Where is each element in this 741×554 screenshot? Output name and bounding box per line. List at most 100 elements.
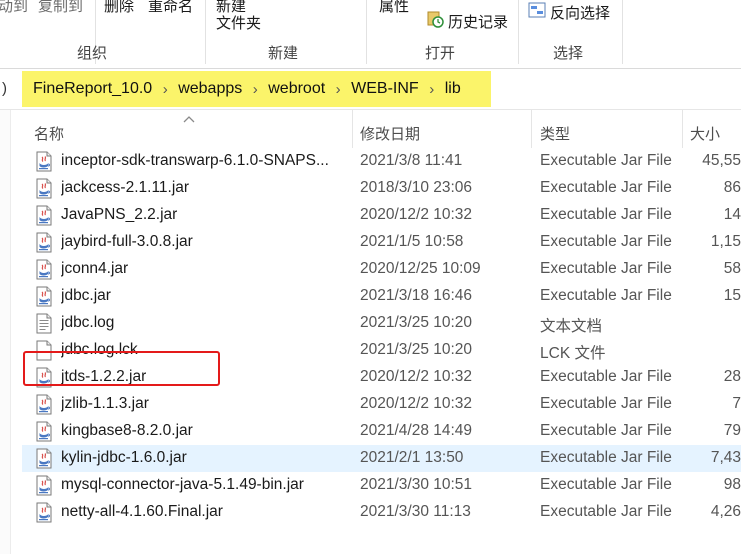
file-list: inceptor-sdk-transwarp-6.1.0-SNAPS... 202… bbox=[22, 148, 741, 526]
chevron-right-icon[interactable]: › bbox=[419, 81, 445, 98]
file-name: jdbc.log bbox=[61, 314, 115, 331]
file-size: 79 bbox=[723, 422, 741, 439]
file-row[interactable]: jtds-1.2.2.jar 2020/12/2 10:32 Executable … bbox=[22, 364, 741, 391]
file-date: 2020/12/25 10:09 bbox=[360, 260, 481, 277]
address-bar[interactable]: ) FineReport_10.0 › webapps › webroot › … bbox=[0, 69, 741, 110]
column-divider[interactable] bbox=[352, 110, 353, 148]
invert-selection-icon bbox=[528, 1, 546, 23]
group-label-new: 新建 bbox=[268, 45, 299, 62]
column-header-type[interactable]: 类型 bbox=[540, 123, 570, 144]
jar-icon bbox=[34, 394, 54, 415]
invert-selection-button[interactable]: 反向选择 bbox=[528, 1, 610, 23]
column-header-date[interactable]: 修改日期 bbox=[360, 123, 420, 144]
file-row[interactable]: JavaPNS_2.2.jar 2020/12/2 10:32 Executable… bbox=[22, 202, 741, 229]
column-header-size[interactable]: 大小 bbox=[690, 123, 720, 144]
file-name: jdbc.jar bbox=[61, 287, 111, 304]
file-size: 7,43 bbox=[710, 449, 741, 466]
file-name: netty-all-4.1.60.Final.jar bbox=[61, 503, 223, 520]
blank-file-icon bbox=[34, 340, 54, 361]
jar-icon bbox=[34, 421, 54, 442]
crumb-web-inf[interactable]: WEB-INF bbox=[351, 80, 419, 98]
chevron-right-icon[interactable]: › bbox=[242, 81, 268, 98]
file-type: Executable Jar File bbox=[540, 179, 672, 196]
column-divider[interactable] bbox=[531, 110, 532, 148]
properties-button[interactable]: 属性 bbox=[379, 0, 409, 16]
file-row[interactable]: jackcess-2.1.11.jar 2018/3/10 23:06 Execut… bbox=[22, 175, 741, 202]
chevron-right-icon[interactable]: › bbox=[152, 81, 178, 98]
history-icon bbox=[426, 10, 444, 32]
file-size: 45,55 bbox=[702, 152, 741, 169]
column-divider[interactable] bbox=[682, 110, 683, 148]
file-name: JavaPNS_2.2.jar bbox=[61, 206, 178, 223]
file-row[interactable]: jdbc.log.lck 2021/3/25 10:20 LCK 文件 bbox=[22, 337, 741, 364]
jar-icon bbox=[34, 178, 54, 199]
file-name: jdbc.log.lck bbox=[61, 341, 138, 358]
file-date: 2021/3/25 10:20 bbox=[360, 341, 473, 358]
file-type: LCK 文件 bbox=[540, 345, 606, 362]
file-row[interactable]: jzlib-1.1.3.jar 2020/12/2 10:32 Executable… bbox=[22, 391, 741, 418]
history-button[interactable]: 历史记录 bbox=[426, 10, 508, 32]
jar-icon bbox=[34, 367, 54, 388]
file-type: Executable Jar File bbox=[540, 152, 672, 169]
file-size: 98 bbox=[723, 476, 741, 493]
crumb-webapps[interactable]: webapps bbox=[178, 80, 242, 98]
file-name: jzlib-1.1.3.jar bbox=[61, 395, 149, 412]
file-size: 86 bbox=[723, 179, 741, 196]
column-header-row: 名称 修改日期 类型 大小 bbox=[0, 110, 741, 150]
file-size: 58 bbox=[723, 260, 741, 277]
file-date: 2021/1/5 10:58 bbox=[360, 233, 464, 250]
address-overflow: ) bbox=[2, 80, 7, 97]
rename-button[interactable]: 重命名 bbox=[148, 0, 193, 16]
file-date: 2021/2/1 13:50 bbox=[360, 449, 464, 466]
invert-selection-label: 反向选择 bbox=[550, 4, 611, 22]
chevron-right-icon[interactable]: › bbox=[325, 81, 351, 98]
file-type: Executable Jar File bbox=[540, 449, 672, 466]
file-date: 2020/12/2 10:32 bbox=[360, 206, 473, 223]
file-size: 15 bbox=[723, 287, 741, 304]
file-name: jaybird-full-3.0.8.jar bbox=[61, 233, 193, 250]
file-row[interactable]: kingbase8-8.2.0.jar 2021/4/28 14:49 Execut… bbox=[22, 418, 741, 445]
ribbon-divider bbox=[205, 0, 206, 64]
file-date: 2021/3/25 10:20 bbox=[360, 314, 473, 331]
file-name: jconn4.jar bbox=[61, 260, 129, 277]
move-to-button[interactable]: 动到 bbox=[0, 0, 28, 16]
group-label-organize: 组织 bbox=[77, 45, 108, 62]
crumb-finereport[interactable]: FineReport_10.0 bbox=[33, 80, 152, 98]
file-type: Executable Jar File bbox=[540, 206, 672, 223]
new-folder-button-line2[interactable]: 文件夹 bbox=[216, 12, 261, 33]
crumb-lib[interactable]: lib bbox=[445, 80, 461, 98]
column-header-name[interactable]: 名称 bbox=[34, 123, 64, 144]
file-size: 1,15 bbox=[710, 233, 741, 250]
file-row[interactable]: jdbc.jar 2021/3/18 16:46 Executable Jar Fi… bbox=[22, 283, 741, 310]
file-name: inceptor-sdk-transwarp-6.1.0-SNAPS... bbox=[61, 152, 329, 169]
text-file-icon bbox=[34, 313, 54, 334]
file-date: 2018/3/10 23:06 bbox=[360, 179, 473, 196]
copy-to-button[interactable]: 复制到 bbox=[38, 0, 83, 16]
jar-icon bbox=[34, 475, 54, 496]
file-type: Executable Jar File bbox=[540, 368, 672, 385]
file-type: 文本文档 bbox=[540, 318, 603, 335]
file-row[interactable]: inceptor-sdk-transwarp-6.1.0-SNAPS... 202… bbox=[22, 148, 741, 175]
ribbon-divider bbox=[622, 0, 623, 64]
file-type: Executable Jar File bbox=[540, 476, 672, 493]
jar-icon bbox=[34, 448, 54, 469]
file-row[interactable]: mysql-connector-java-5.1.49-bin.jar 2021/… bbox=[22, 472, 741, 499]
file-name: mysql-connector-java-5.1.49-bin.jar bbox=[61, 476, 304, 493]
file-row[interactable]: jdbc.log 2021/3/25 10:20 文本文档 bbox=[22, 310, 741, 337]
file-row[interactable]: jaybird-full-3.0.8.jar 2021/1/5 10:58 Exec… bbox=[22, 229, 741, 256]
delete-button[interactable]: 删除 bbox=[104, 0, 134, 16]
jar-icon bbox=[34, 232, 54, 253]
file-size: 4,26 bbox=[710, 503, 741, 520]
file-name: jtds-1.2.2.jar bbox=[61, 368, 147, 385]
file-row[interactable]: jconn4.jar 2020/12/25 10:09 Executable Jar… bbox=[22, 256, 741, 283]
file-row[interactable]: netty-all-4.1.60.Final.jar 2021/3/30 11:1… bbox=[22, 499, 741, 526]
file-row[interactable]: kylin-jdbc-1.6.0.jar 2021/2/1 13:50 Execut… bbox=[22, 445, 741, 472]
ribbon-toolbar: 动到 复制到 删除 重命名 新建 文件夹 属性 历史记录 反向选择 组织 新建 … bbox=[0, 0, 741, 69]
group-label-select: 选择 bbox=[553, 45, 584, 62]
crumb-webroot[interactable]: webroot bbox=[268, 80, 325, 98]
ribbon-divider bbox=[518, 0, 519, 64]
file-name: kylin-jdbc-1.6.0.jar bbox=[61, 449, 187, 466]
history-label: 历史记录 bbox=[448, 13, 509, 31]
file-type: Executable Jar File bbox=[540, 395, 672, 412]
ribbon-divider bbox=[366, 0, 367, 64]
